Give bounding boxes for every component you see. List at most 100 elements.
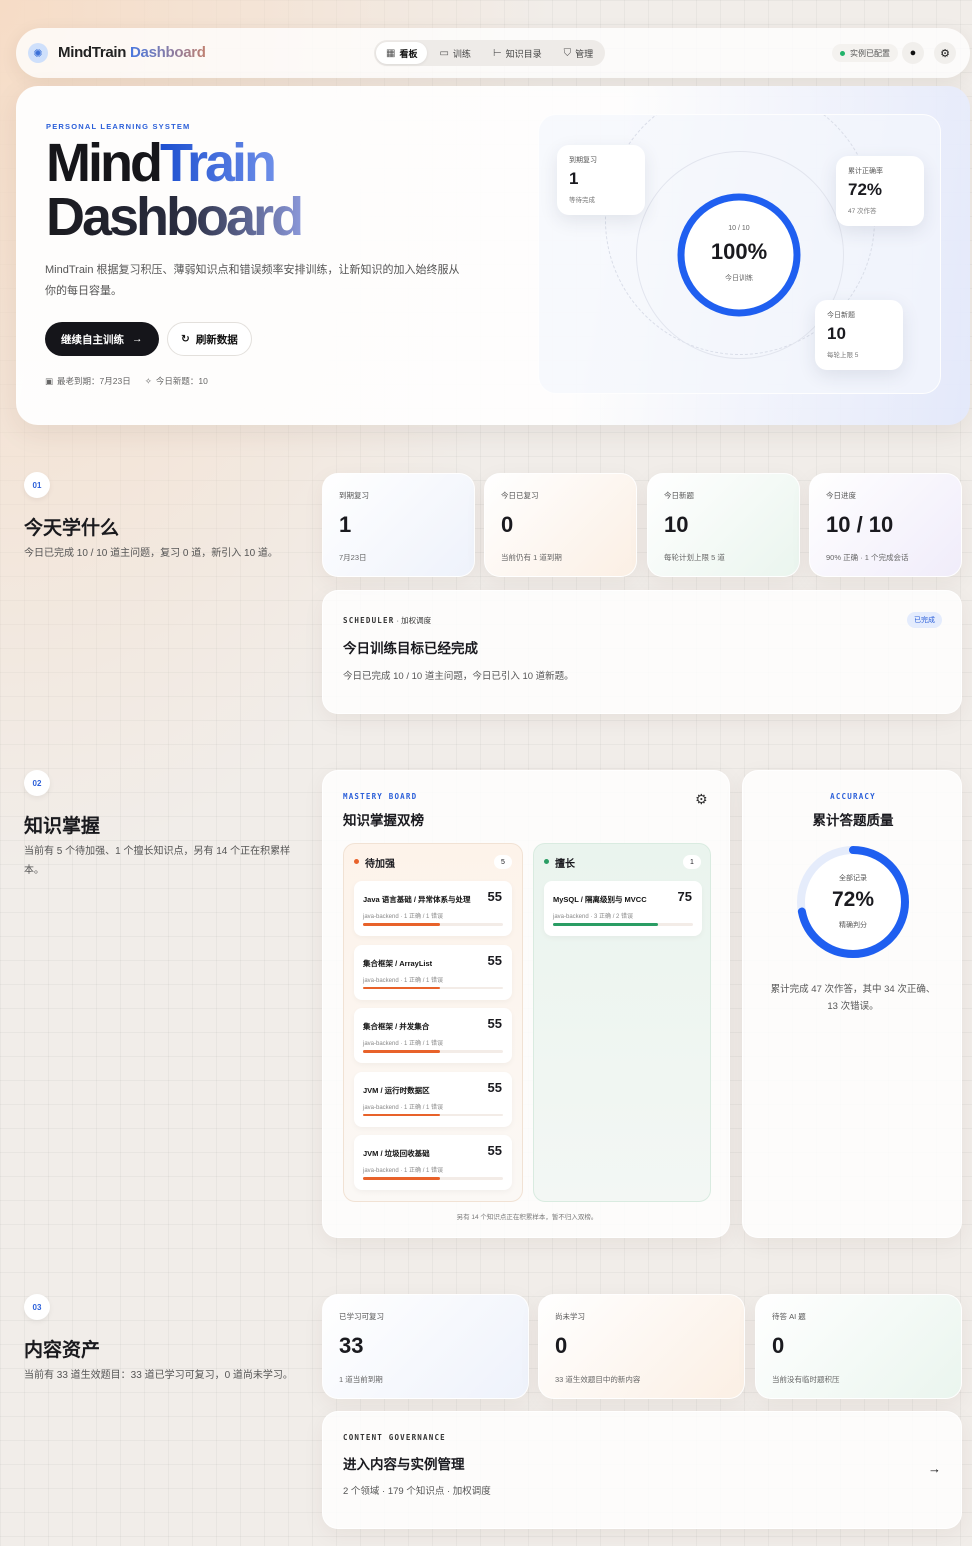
accuracy-card: ACCURACY 累计答题质量 全部记录 72% 精确判分 累计完成 47 次作…: [742, 770, 962, 1238]
strong-dot-icon: [544, 859, 549, 864]
knowledge-point-item[interactable]: JVM / 运行时数据区 55 java-backend · 1 正确 / 1 错误: [354, 1071, 512, 1127]
progress-orbit: 10 / 10 100% 今日训练 到期复习 1 等待完成 累计正确率 72% …: [538, 114, 941, 394]
kp-progress-track: [363, 1177, 503, 1180]
accuracy-description: 累计完成 47 次作答，其中 34 次正确、13 次错误。: [770, 984, 936, 1012]
kp-score: 55: [487, 1016, 502, 1031]
knowledge-point-item[interactable]: 集合框架 / ArrayList 55 java-backend · 1 正确 / …: [354, 944, 512, 1000]
ring-top-label: 10 / 10: [728, 225, 750, 232]
hero-description: MindTrain 根据复习积压、薄弱知识点和错误频率安排训练，让新知识的加入始…: [45, 264, 460, 297]
arrow-right-icon: →: [132, 333, 143, 345]
weak-dot-icon: [354, 859, 359, 864]
brain-cog-button[interactable]: ⚙: [695, 791, 708, 808]
nav-tabs: ▦ 看板 ▭ 训练 ⊢ 知识目录 ⛉ 管理: [374, 40, 606, 66]
kp-progress-fill: [553, 923, 658, 926]
tab-catalog[interactable]: ⊢ 知识目录: [483, 42, 552, 64]
instance-status-badge: 实例已配置: [832, 44, 898, 62]
hero-title: MindTrain Dashboard: [46, 133, 304, 247]
kp-progress-track: [363, 1050, 503, 1053]
grid-icon: ▦: [386, 47, 396, 59]
kp-progress-track: [363, 986, 503, 989]
float-new-card: 今日新题 10 每轮上限 5: [815, 300, 903, 370]
section-title: 今天学什么: [24, 518, 120, 539]
kp-name: JVM / 运行时数据区: [363, 1085, 430, 1095]
stat-card-progress[interactable]: 今日进度 10 / 10 90% 正确 · 1 个完成会话: [809, 473, 962, 577]
strong-title: 擅长: [555, 859, 575, 870]
continue-training-button[interactable]: 继续自主训练 →: [45, 322, 159, 356]
oldest-due: ▣ 最老到期：7月23日: [45, 376, 131, 386]
stat-card-reviewed[interactable]: 今日已复习 0 当前仍有 1 道到期: [484, 473, 637, 577]
top-nav: ✺ MindTrain Dashboard ▦ 看板 ▭ 训练 ⊢ 知识目录 ⛉ 管理 …: [16, 28, 970, 78]
kp-meta: java-backend · 3 正确 / 2 错误: [553, 914, 634, 920]
asset-card-ai-pending[interactable]: 待答 AI 题 0 当前没有临时题积压: [755, 1294, 962, 1399]
governance-caption: CONTENT GOVERNANCE: [343, 1433, 446, 1442]
knowledge-point-item[interactable]: Java 语言基础 / 异常体系与处理 55 java-backend · 1 正确…: [354, 881, 512, 936]
knowledge-point-item[interactable]: MySQL / 隔离级别与 MVCC 75 java-backend · 3 正确 …: [544, 881, 702, 936]
kp-progress-fill: [363, 1177, 440, 1180]
refresh-button[interactable]: ↻ 刷新数据: [167, 322, 252, 356]
knowledge-point-item[interactable]: 集合框架 / 并发集合 55 java-backend · 1 正确 / 1 错误: [354, 1008, 512, 1063]
section-title: 内容资产: [24, 1340, 101, 1361]
kp-progress-track: [363, 923, 503, 926]
hero-card: PERSONAL LEARNING SYSTEM MindTrain Dashb…: [16, 86, 970, 425]
strong-column: 擅长 1 MySQL / 隔离级别与 MVCC 75 java-backend · …: [533, 843, 711, 1202]
kp-progress-track: [363, 1113, 503, 1116]
accuracy-ring-top: 全部记录: [839, 875, 867, 882]
ring-percent: 100%: [710, 239, 768, 264]
kp-name: JVM / 垃圾回收基础: [363, 1149, 430, 1158]
arrow-right-icon[interactable]: →: [928, 1461, 941, 1476]
knowledge-point-item[interactable]: JVM / 垃圾回收基础 55 java-backend · 1 正确 / 1 错误: [354, 1135, 512, 1190]
weak-count: 5: [494, 855, 512, 869]
today-new: ✧ 今日新题：10: [144, 376, 208, 386]
strong-count: 1: [683, 855, 701, 869]
asset-card-unlearned[interactable]: 尚未学习 0 33 道生效题目中的新内容: [538, 1294, 745, 1399]
kp-score: 55: [487, 889, 502, 904]
refresh-icon: ↻: [181, 333, 190, 345]
scheduler-description: 今日已完成 10 / 10 道主问题，今日已引入 10 道新题。: [343, 671, 574, 682]
hero-eyebrow: PERSONAL LEARNING SYSTEM: [46, 122, 191, 131]
sparkle-icon: ✧: [144, 376, 152, 386]
section-title: 知识掌握: [24, 816, 101, 837]
settings-button[interactable]: ⚙: [934, 42, 956, 64]
tree-icon: ⊢: [492, 47, 502, 59]
section-description: 当前有 5 个待加强、1 个擅长知识点，另有 14 个正在积累样本。: [24, 846, 291, 876]
accuracy-caption: ACCURACY: [830, 792, 876, 801]
stat-card-new[interactable]: 今日新题 10 每轮计划上限 5 道: [647, 473, 800, 577]
section-description: 今日已完成 10 / 10 道主问题，复习 0 道，新引入 10 道。: [24, 548, 278, 559]
mastery-caption: MASTERY BOARD: [343, 792, 418, 801]
brand[interactable]: MindTrain Dashboard: [58, 44, 206, 61]
kp-name: MySQL / 隔离级别与 MVCC: [553, 895, 647, 904]
content-governance-card[interactable]: CONTENT GOVERNANCE 进入内容与实例管理 2 个领域 · 179…: [322, 1411, 962, 1529]
hero-meta: ▣ 最老到期：7月23日 ✧ 今日新题：10: [45, 375, 208, 387]
asset-card-learned[interactable]: 已学习可复习 33 1 道当前到期: [322, 1294, 529, 1399]
tab-training[interactable]: ▭ 训练: [429, 42, 480, 64]
kp-meta: java-backend · 1 正确 / 1 错误: [363, 914, 444, 920]
mastery-board-card: MASTERY BOARD 知识掌握双榜 ⚙ 待加强 5 Java 语言基础 /…: [322, 770, 730, 1238]
github-button[interactable]: ●: [902, 42, 924, 64]
section-number: 01: [24, 472, 50, 498]
weak-column: 待加强 5 Java 语言基础 / 异常体系与处理 55 java-backend …: [343, 843, 523, 1202]
accuracy-title: 累计答题质量: [812, 813, 894, 828]
kp-score: 55: [487, 952, 502, 968]
ring-sub-label: 今日训练: [725, 275, 753, 282]
brain-cog-icon: ⚙: [695, 791, 708, 807]
section-description: 当前有 33 道生效题目：33 道已学习可复习，0 道尚未学习。: [24, 1370, 293, 1381]
kp-score: 75: [677, 889, 692, 904]
brain-logo-icon: ✺: [28, 43, 48, 63]
tab-dashboard[interactable]: ▦ 看板: [376, 42, 428, 64]
float-accuracy-card: 累计正确率 72% 47 次作答: [836, 156, 924, 226]
float-due-card: 到期复习 1 等待完成: [557, 145, 645, 215]
kp-progress-fill: [363, 1050, 440, 1053]
gear-icon: ⚙: [940, 47, 950, 60]
accuracy-ring-sub: 精确判分: [839, 922, 867, 929]
kp-progress-fill: [363, 1113, 440, 1116]
book-icon: ▭: [439, 47, 449, 59]
kp-meta: java-backend · 1 正确 / 1 错误: [363, 1168, 444, 1174]
tab-admin[interactable]: ⛉ 管理: [554, 42, 604, 64]
section-number: 02: [24, 770, 50, 796]
kp-meta: java-backend · 1 正确 / 1 错误: [363, 1104, 444, 1111]
stat-card-due[interactable]: 到期复习 1 7月23日: [322, 473, 475, 577]
kp-score: 55: [487, 1079, 502, 1095]
github-icon: ●: [909, 47, 917, 59]
kp-name: 集合框架 / 并发集合: [363, 1022, 430, 1031]
governance-title: 进入内容与实例管理: [343, 1457, 465, 1472]
